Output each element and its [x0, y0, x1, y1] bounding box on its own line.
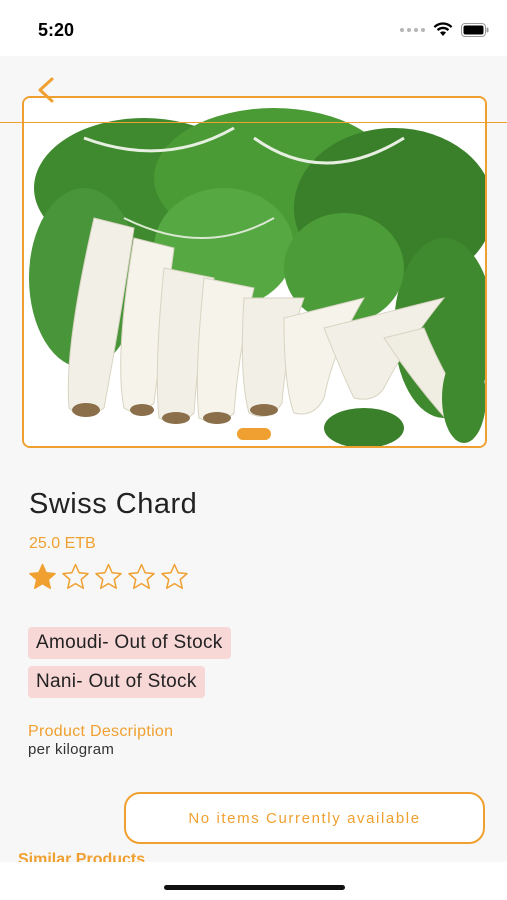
chevron-left-icon [38, 77, 54, 103]
signal-icon [400, 27, 425, 32]
star-outline-icon[interactable] [126, 562, 157, 592]
product-rating[interactable] [27, 562, 190, 592]
product-name: Swiss Chard [29, 488, 198, 520]
back-button[interactable] [34, 76, 60, 104]
status-icons [400, 22, 489, 37]
star-outline-icon[interactable] [60, 562, 91, 592]
wifi-icon [433, 22, 453, 37]
availability-toast: No items Currently available [124, 792, 485, 844]
stock-badge-nani: Nani- Out of Stock [28, 666, 205, 698]
stock-badge-amoudi: Amoudi- Out of Stock [28, 627, 231, 659]
star-outline-icon[interactable] [159, 562, 190, 592]
star-outline-icon[interactable] [93, 562, 124, 592]
home-indicator[interactable] [164, 885, 345, 890]
bottom-safe-area [0, 862, 507, 900]
header-divider [0, 122, 507, 123]
description-text: per kilogram [28, 741, 115, 758]
status-bar: 5:20 [0, 0, 507, 56]
battery-icon [461, 22, 489, 37]
star-filled-icon[interactable] [27, 562, 58, 592]
product-image [24, 98, 485, 446]
carousel-page-indicator[interactable] [237, 428, 271, 440]
product-image-carousel[interactable] [22, 96, 487, 448]
product-price: 25.0 ETB [29, 535, 96, 552]
description-heading: Product Description [28, 723, 174, 740]
status-time: 5:20 [38, 20, 75, 40]
